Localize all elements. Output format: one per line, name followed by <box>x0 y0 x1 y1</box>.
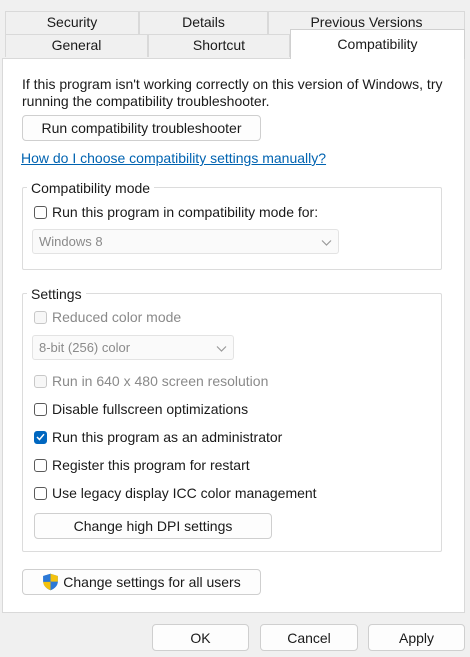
tab-previous-versions-label: Previous Versions <box>310 14 423 30</box>
chevron-down-icon <box>216 340 227 355</box>
legacy-icc-checkbox[interactable] <box>34 486 47 500</box>
change-dpi-button[interactable]: Change high DPI settings <box>34 513 272 539</box>
change-dpi-label: Change high DPI settings <box>73 518 233 534</box>
tab-details[interactable]: Details <box>139 11 268 34</box>
res-640-checkbox[interactable] <box>34 374 47 388</box>
run-as-admin-checkbox[interactable] <box>34 430 47 444</box>
tab-details-label: Details <box>182 14 225 30</box>
intro-text: If this program isn't working correctly … <box>22 76 452 110</box>
manual-settings-link[interactable]: How do I choose compatibility settings m… <box>21 150 326 166</box>
legacy-icc-label: Use legacy display ICC color management <box>52 485 317 501</box>
tab-compatibility-label: Compatibility <box>337 36 418 52</box>
chevron-down-icon <box>321 234 332 249</box>
tab-compatibility[interactable]: Compatibility <box>290 29 465 59</box>
os-version-value: Windows 8 <box>39 234 103 249</box>
res-640-label: Run in 640 x 480 screen resolution <box>52 373 269 389</box>
reduced-color-label: Reduced color mode <box>52 309 182 325</box>
run-as-admin-row[interactable]: Run this program as an administrator <box>34 427 282 447</box>
cancel-button[interactable]: Cancel <box>260 624 358 651</box>
tab-shortcut-label: Shortcut <box>192 37 246 53</box>
tab-general-label: General <box>51 37 102 53</box>
compat-mode-checkbox-row[interactable]: Run this program in compatibility mode f… <box>34 202 318 222</box>
checkmark-icon <box>36 433 45 441</box>
compatibility-mode-title: Compatibility mode <box>27 180 155 196</box>
legacy-icc-row[interactable]: Use legacy display ICC color management <box>34 483 317 503</box>
register-restart-label: Register this program for restart <box>52 457 250 473</box>
register-restart-checkbox[interactable] <box>34 458 47 472</box>
disable-fullscreen-label: Disable fullscreen optimizations <box>52 401 249 417</box>
tab-general[interactable]: General <box>5 34 148 57</box>
run-troubleshooter-label: Run compatibility troubleshooter <box>41 120 242 136</box>
shield-icon <box>42 573 59 591</box>
apply-label: Apply <box>398 629 435 646</box>
manual-settings-link-wrap: How do I choose compatibility settings m… <box>21 150 326 166</box>
run-as-admin-label: Run this program as an administrator <box>52 429 283 445</box>
compat-mode-checkbox[interactable] <box>34 205 47 219</box>
change-all-users-button[interactable]: Change settings for all users <box>22 569 261 595</box>
tab-security-label: Security <box>46 14 98 30</box>
disable-fullscreen-checkbox[interactable] <box>34 402 47 416</box>
change-all-users-label: Change settings for all users <box>63 574 241 590</box>
disable-fullscreen-row[interactable]: Disable fullscreen optimizations <box>34 399 248 419</box>
ok-button[interactable]: OK <box>152 624 249 651</box>
settings-title: Settings <box>27 286 86 302</box>
os-version-select[interactable]: Windows 8 <box>32 229 339 254</box>
run-troubleshooter-button[interactable]: Run compatibility troubleshooter <box>22 115 261 141</box>
color-depth-value: 8-bit (256) color <box>39 340 131 355</box>
intro-line-2: running the compatibility troubleshooter… <box>22 93 270 109</box>
ok-label: OK <box>190 629 211 646</box>
tab-security[interactable]: Security <box>5 11 139 34</box>
reduced-color-row[interactable]: Reduced color mode <box>34 307 181 327</box>
res-640-row[interactable]: Run in 640 x 480 screen resolution <box>34 371 268 391</box>
tab-shortcut[interactable]: Shortcut <box>148 34 290 57</box>
compat-mode-checkbox-label: Run this program in compatibility mode f… <box>52 204 319 220</box>
cancel-label: Cancel <box>287 629 331 646</box>
reduced-color-checkbox[interactable] <box>34 310 47 324</box>
register-restart-row[interactable]: Register this program for restart <box>34 455 250 475</box>
compatibility-panel: If this program isn't working correctly … <box>2 58 465 613</box>
color-depth-select[interactable]: 8-bit (256) color <box>32 335 234 360</box>
intro-line-1: If this program isn't working correctly … <box>22 76 443 92</box>
apply-button[interactable]: Apply <box>368 624 465 651</box>
